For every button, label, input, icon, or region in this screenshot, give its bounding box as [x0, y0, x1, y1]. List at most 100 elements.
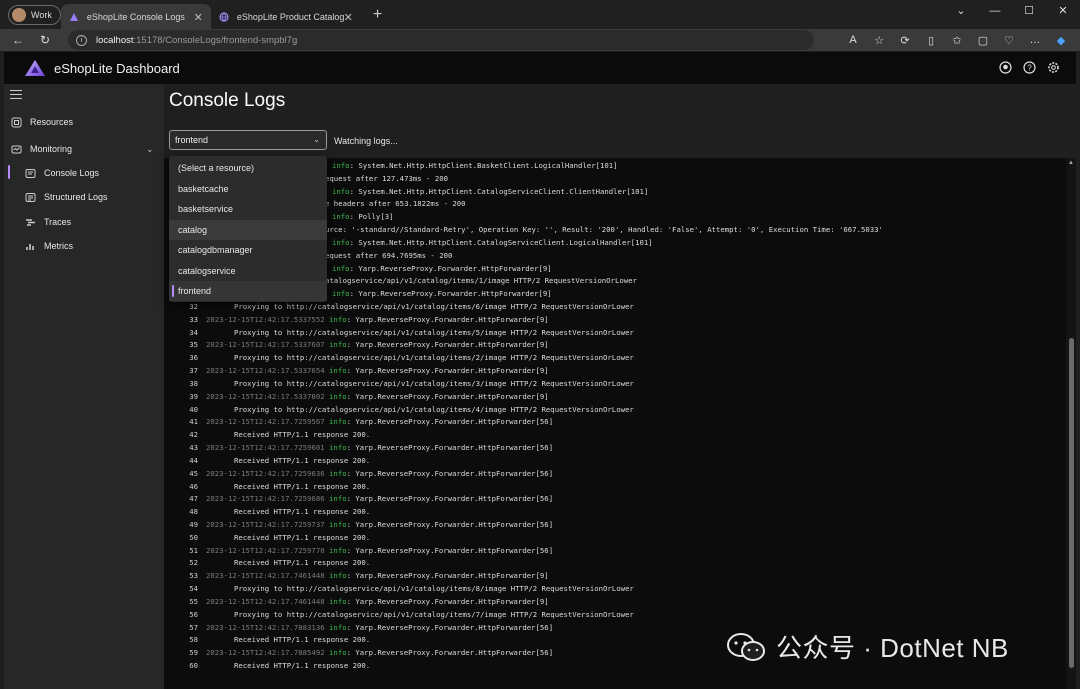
favorites-icon[interactable]: ✩ — [944, 34, 970, 47]
split-screen-icon[interactable]: ▯ — [918, 34, 944, 47]
sidebar-item-label: Structured Logs — [44, 192, 108, 202]
info-icon[interactable]: i — [76, 34, 87, 46]
log-message: : Yarp.ReverseProxy.Forwarder.HttpForwar… — [346, 494, 554, 504]
sidebar-item-resources[interactable]: Resources — [10, 116, 73, 128]
sidebar-item-metrics[interactable]: Metrics — [24, 240, 73, 252]
collections-icon[interactable]: ▢ — [970, 34, 996, 47]
timestamp: 2023-12-15T12:42:17.7259567 — [206, 417, 325, 427]
dropdown-option[interactable]: catalogdbmanager — [169, 240, 327, 260]
tab-title: eShopLite Product Catalog — [236, 12, 345, 22]
log-level: info — [329, 596, 347, 606]
log-row: 43 2023-12-15T12:42:17.7259601 info: Yarp… — [164, 442, 1064, 455]
log-message: Received HTTP/1.1 response 200. — [234, 532, 371, 542]
dropdown-option[interactable]: catalog — [169, 219, 327, 240]
close-window-button[interactable]: ✕ — [1046, 0, 1080, 24]
line-number: 41 — [189, 417, 198, 427]
log-message: equest after 694.7695ms - 200 — [325, 250, 453, 260]
log-row: 34 Proxying to http://catalogservice/api/… — [164, 327, 1064, 340]
dropdown-option[interactable]: catalogservice — [169, 261, 327, 281]
log-message: Proxying to http://catalogservice/api/v1… — [234, 404, 634, 414]
profile-label: Work — [31, 10, 52, 20]
log-level: info — [332, 212, 350, 222]
log-message: : System.Net.Http.HttpClient.CatalogServ… — [349, 186, 649, 196]
selection-indicator — [8, 165, 10, 179]
metrics-icon — [24, 240, 36, 252]
extensions-icon[interactable]: ⟳ — [892, 34, 918, 47]
close-icon[interactable]: ✕ — [194, 11, 203, 24]
github-icon[interactable] — [998, 60, 1012, 74]
menu-icon[interactable] — [10, 90, 22, 102]
line-number: 55 — [189, 596, 198, 606]
tab-console-logs[interactable]: eShopLite Console Logs ✕ — [60, 4, 211, 30]
line-number: 34 — [189, 327, 198, 337]
url-field[interactable]: i localhost :15178/ConsoleLogs/frontend-… — [68, 30, 814, 50]
dropdown-option[interactable]: frontend — [169, 281, 327, 301]
log-row: 53 2023-12-15T12:42:17.7461448 info: Yarp… — [164, 570, 1064, 583]
read-aloud-icon[interactable]: A — [840, 34, 866, 47]
log-message: Received HTTP/1.1 response 200. — [234, 455, 371, 465]
sidebar-item-label: Resources — [30, 117, 74, 127]
log-line: info: System.Net.Http.HttpClient.Catalog… — [332, 186, 648, 199]
structured-logs-icon — [24, 191, 36, 203]
log-line: 2023-12-15T12:42:17.5337552 info: Yarp.R… — [206, 314, 549, 327]
browser-toolbar: A ☆ ⟳ ▯ ✩ ▢ ♡ … ◆ — [840, 34, 1074, 47]
line-number: 43 — [189, 443, 198, 453]
timestamp: 2023-12-15T12:42:17.7259737 — [206, 519, 325, 529]
minimize-button[interactable]: — — [978, 0, 1012, 24]
url-path: :15178/ConsoleLogs/frontend-smpbl7g — [133, 34, 298, 46]
log-message: : System.Net.Http.HttpClient.BasketClien… — [349, 161, 618, 170]
dropdown-option[interactable]: (Select a resource) — [169, 158, 327, 178]
log-row: 37 2023-12-15T12:42:17.5337654 info: Yarp… — [164, 365, 1064, 378]
log-message: Proxying to http://catalogservice/api/v1… — [234, 378, 634, 388]
app-header: eShopLite Dashboard ? — [4, 52, 1076, 84]
scroll-up-arrow-icon[interactable]: ▲ — [1068, 160, 1074, 166]
log-message: : Yarp.ReverseProxy.Forwarder.HttpForwar… — [346, 571, 549, 581]
tab-product-catalog[interactable]: eShopLite Product Catalog ✕ — [211, 4, 361, 30]
settings-icon[interactable] — [1046, 60, 1060, 74]
sidebar-item-traces[interactable]: Traces — [24, 216, 71, 228]
sidebar-item-console-logs[interactable]: Console Logs — [24, 167, 99, 179]
log-line: info: System.Net.Http.HttpClient.BasketC… — [332, 160, 618, 173]
timestamp: 2023-12-15T12:42:17.5337654 — [206, 366, 325, 376]
log-row: 49 2023-12-15T12:42:17.7259737 info: Yarp… — [164, 519, 1064, 532]
line-number: 37 — [189, 366, 198, 376]
sidebar-item-structured-logs[interactable]: Structured Logs — [24, 191, 108, 203]
resource-select[interactable]: frontend ⌄ — [169, 130, 327, 150]
dropdown-option[interactable]: basketservice — [169, 199, 327, 219]
sidebar-item-monitoring[interactable]: Monitoring — [10, 143, 72, 155]
line-number: 38 — [189, 378, 198, 388]
heart-icon[interactable]: ♡ — [996, 34, 1022, 47]
back-button[interactable]: ← — [9, 33, 27, 47]
chevron-down-icon[interactable]: ⌄ — [146, 144, 154, 155]
new-tab-button[interactable]: + — [373, 6, 382, 24]
line-number: 57 — [189, 622, 198, 632]
log-row: 45 2023-12-15T12:42:17.7259636 info: Yarp… — [164, 468, 1064, 481]
log-message: atalogservice/api/v1/catalog/items/1/ima… — [325, 276, 637, 286]
refresh-button[interactable]: ↻ — [36, 33, 54, 47]
line-number: 44 — [189, 455, 198, 465]
log-message: Received HTTP/1.1 response 200. — [234, 635, 371, 645]
profile-button[interactable]: Work — [8, 5, 61, 25]
resource-dropdown: (Select a resource) basketcache basketserv… — [169, 156, 327, 302]
log-row: 54 Proxying to http://catalogservice/api/… — [164, 583, 1064, 596]
help-icon[interactable]: ? — [1022, 60, 1036, 74]
resources-icon — [10, 116, 22, 128]
log-line: 2023-12-15T12:42:17.5337654 info: Yarp.R… — [206, 365, 549, 378]
more-icon[interactable]: … — [1022, 34, 1048, 47]
chevron-down-icon[interactable]: ⌄ — [944, 0, 978, 24]
log-row: 44 Received HTTP/1.1 response 200. — [164, 455, 1064, 468]
maximize-button[interactable]: ☐ — [1012, 0, 1046, 24]
log-row: 35 2023-12-15T12:42:17.5337607 info: Yarp… — [164, 339, 1064, 352]
log-row: 33 2023-12-15T12:42:17.5337552 info: Yarp… — [164, 314, 1064, 327]
dropdown-option[interactable]: basketcache — [169, 179, 327, 199]
log-line: 2023-12-15T12:42:17.5337802 info: Yarp.R… — [206, 391, 549, 404]
copilot-icon[interactable]: ◆ — [1048, 34, 1074, 47]
scrollbar-thumb[interactable] — [1069, 338, 1074, 668]
log-level: info — [332, 161, 350, 170]
log-message: Proxying to http://catalogservice/api/v1… — [234, 353, 634, 363]
line-number: 54 — [189, 584, 198, 594]
scrollbar[interactable]: ▲ — [1066, 158, 1076, 689]
log-row: 55 2023-12-15T12:42:17.7461448 info: Yarp… — [164, 596, 1064, 609]
close-icon[interactable]: ✕ — [344, 11, 353, 24]
favorite-star-icon[interactable]: ☆ — [866, 34, 892, 47]
